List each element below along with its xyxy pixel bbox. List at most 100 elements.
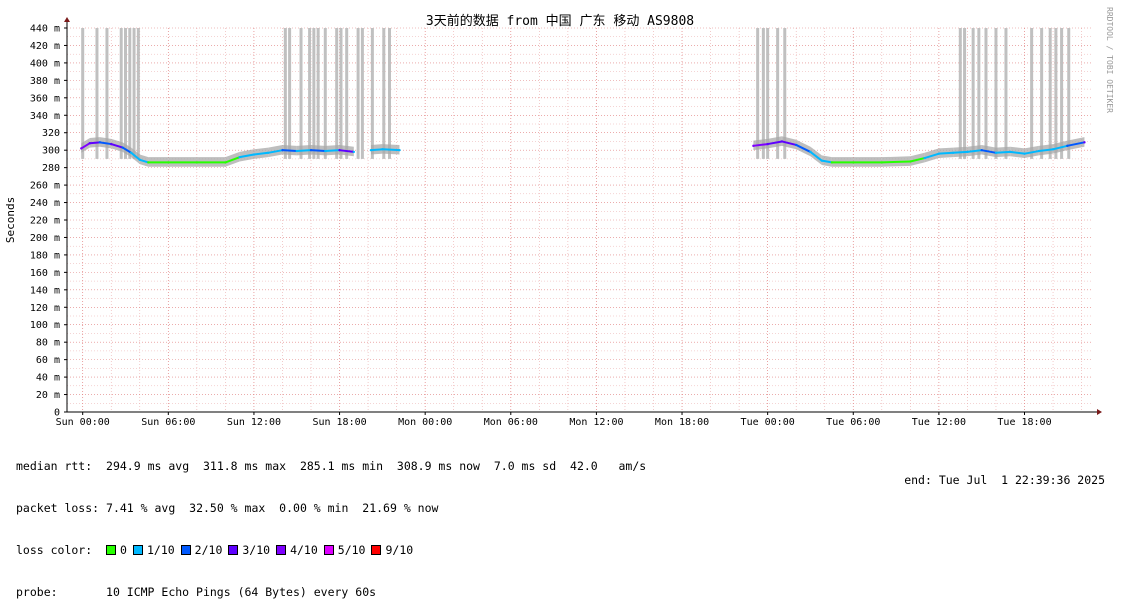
median-point	[909, 160, 912, 163]
y-tick-label: 60 m	[36, 355, 60, 366]
median-line-segment	[282, 149, 297, 153]
loss-spike-bar	[312, 28, 316, 159]
y-tick-label: 280	[42, 163, 60, 174]
median-max: 311.8 ms max	[202, 459, 287, 473]
median-point	[110, 142, 113, 146]
loss-spike-bar	[971, 28, 975, 159]
loss-spike-bar	[316, 28, 320, 159]
y-tick-label: 260 m	[30, 181, 60, 192]
x-tick-label: Tue 06:00	[826, 417, 880, 428]
y-tick-label: 300	[42, 146, 60, 157]
y-axis-arrow	[64, 17, 70, 22]
rrdtool-watermark: RRDTOOL / TOBI OETIKER	[1105, 7, 1114, 113]
y-tick-label: 240 m	[30, 198, 60, 209]
median-point	[398, 148, 401, 152]
median-avg: 294.9 ms avg	[106, 459, 190, 473]
median-point	[1066, 144, 1069, 148]
loss-now: 21.69 % now	[362, 501, 439, 515]
loss-color-swatch	[106, 545, 117, 555]
legend: median rtt: 294.9 ms avg 311.8 ms max 28…	[16, 431, 646, 613]
median-point	[780, 140, 784, 143]
median-now: 308.9 ms now	[396, 459, 480, 473]
loss-spike-bar	[756, 28, 760, 159]
median-point	[195, 161, 199, 164]
median-point	[167, 161, 170, 164]
median-point	[951, 151, 955, 154]
loss-color-swatch	[132, 545, 143, 555]
loss-spikes	[81, 28, 1071, 159]
median-line-segment	[89, 141, 100, 145]
loss-spike-bar	[119, 28, 123, 159]
loss-spike-bar	[994, 28, 998, 159]
x-tick-label: Sun 06:00	[141, 417, 195, 428]
loss-color-label: 1/10	[146, 543, 175, 557]
y-tick-label: 80 m	[36, 338, 60, 349]
loss-avg: 7.41 % avg	[106, 501, 176, 515]
y-tick-label: 320	[42, 128, 60, 139]
loss-spike-bar	[1060, 28, 1064, 159]
loss-spike-bar	[360, 28, 364, 159]
median-point	[923, 156, 926, 160]
axes	[64, 17, 1102, 415]
median-point	[1083, 141, 1086, 144]
loss-color-item: 9/10	[371, 543, 413, 557]
loss-spike-bar	[339, 28, 343, 159]
median-line-segment	[382, 148, 400, 152]
median-point	[966, 150, 969, 154]
median-point	[224, 161, 227, 164]
loss-spike-bar	[136, 28, 140, 159]
probe-row: probe: 10 ICMP Echo Pings (64 Bytes) eve…	[16, 585, 646, 599]
x-tick-label: Sun 18:00	[312, 417, 366, 428]
median-point	[980, 148, 983, 152]
y-tick-label: 220 m	[30, 216, 60, 227]
loss-spike-bar	[977, 28, 981, 159]
end-time: end: Tue Jul 1 22:39:36 2025	[904, 473, 1105, 487]
loss-spike-bar	[283, 28, 287, 159]
median-point	[994, 151, 998, 154]
chart-svg: 3天前的数据 from 中国 广东 移动 AS9808 Seconds RRDT…	[4, 7, 1114, 428]
loss-color-label: 2/10	[194, 543, 223, 557]
median-point	[80, 147, 83, 150]
median-point	[147, 161, 150, 164]
loss-color-label: 3/10	[242, 543, 271, 557]
loss-spike-bar	[382, 28, 386, 159]
loss-spike-bar	[984, 28, 988, 159]
loss-spike-bar	[958, 28, 962, 159]
y-tick-label: 100 m	[30, 320, 60, 331]
loss-color-item: 3/10	[228, 543, 270, 557]
median-point	[381, 148, 384, 151]
median-point	[252, 153, 256, 156]
median-rtt-row: median rtt: 294.9 ms avg 311.8 ms max 28…	[16, 459, 646, 473]
y-tick-label: 400 m	[30, 58, 60, 69]
median-point	[295, 149, 298, 153]
y-tick-label: 420 m	[30, 41, 60, 52]
median-ams: 42.0 am/s	[570, 459, 647, 473]
median-point	[752, 144, 755, 148]
loss-spike-bar	[132, 28, 136, 159]
loss-spike-bar	[1067, 28, 1071, 159]
median-point	[281, 148, 284, 152]
loss-spike-bar	[128, 28, 132, 159]
loss-color-item: 0	[106, 543, 127, 557]
loss-spike-bar	[963, 28, 967, 159]
loss-spike-bar	[387, 28, 391, 159]
loss-spike-bar	[308, 28, 312, 159]
y-tick-label: 120 m	[30, 303, 60, 314]
packet-loss-row: packet loss: 7.41 % avg 32.50 % max 0.00…	[16, 501, 646, 515]
x-tick-label: Mon 00:00	[398, 417, 452, 428]
median-line-segment	[310, 149, 326, 153]
x-tick-label: Tue 00:00	[741, 417, 795, 428]
loss-label: packet loss:	[16, 501, 100, 515]
median-line-segment	[881, 160, 911, 164]
loss-color-item: 5/10	[323, 543, 365, 557]
loss-max: 32.50 % max	[189, 501, 266, 515]
color-label: loss color:	[16, 543, 93, 557]
median-line-segment	[370, 148, 383, 152]
median-point	[852, 161, 855, 164]
loss-color-label: 0	[120, 543, 127, 557]
median-point	[98, 141, 102, 144]
x-tick-label: Tue 12:00	[912, 417, 966, 428]
median-point	[352, 150, 356, 154]
median-point	[267, 151, 270, 154]
loss-spike-bar	[288, 28, 292, 159]
